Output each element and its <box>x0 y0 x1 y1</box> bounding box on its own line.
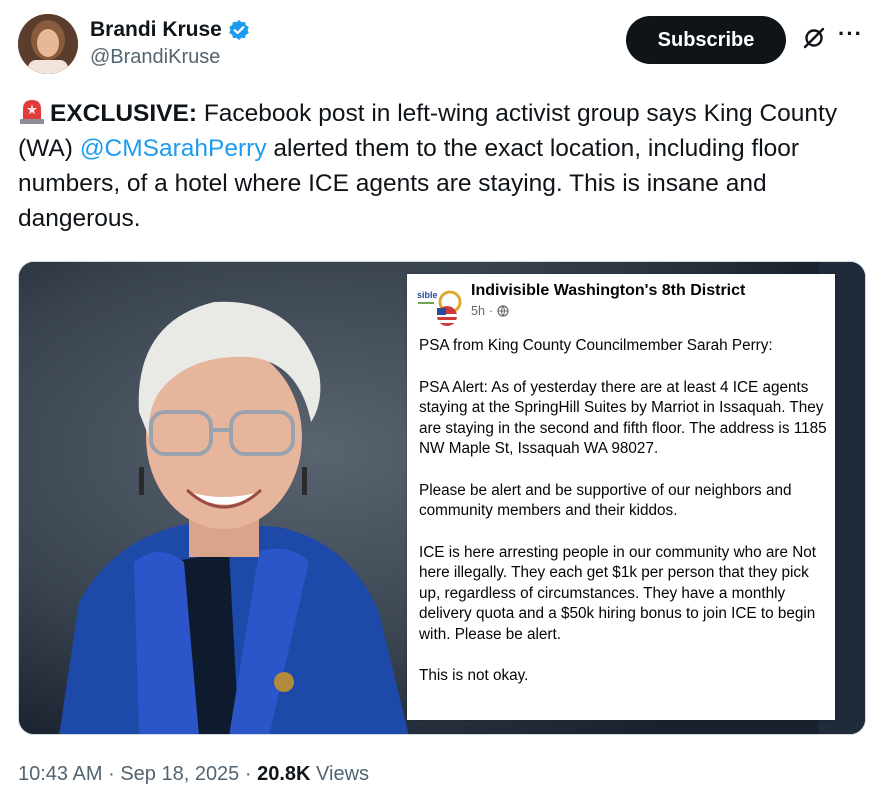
facebook-post-paragraph: This is not okay. <box>419 667 529 684</box>
author-display-name[interactable]: Brandi Kruse <box>90 18 222 42</box>
avatar[interactable] <box>18 14 78 74</box>
verified-badge-icon[interactable] <box>228 19 250 41</box>
rotating-light-emoji-icon <box>20 100 44 124</box>
logo-text: sible <box>417 290 438 300</box>
mention-link[interactable]: @CMSarahPerry <box>80 135 267 162</box>
author-info: Brandi Kruse @BrandiKruse <box>90 18 250 69</box>
views-count[interactable]: 20.8K <box>257 763 310 785</box>
subscribe-button[interactable]: Subscribe <box>626 16 786 64</box>
facebook-post-paragraph: PSA Alert: As of yesterday there are at … <box>419 378 827 458</box>
facebook-post-meta: 5h · <box>471 304 509 318</box>
tweet-time[interactable]: 10:43 AM <box>18 763 103 785</box>
tweet-header: Brandi Kruse @BrandiKruse Subscribe ··· <box>18 14 868 78</box>
more-icon[interactable]: ··· <box>838 22 866 50</box>
facebook-post-screenshot: sible Indivisible Washington's 8th Distr… <box>407 274 835 720</box>
facebook-post-time: 5h <box>471 304 485 318</box>
tweet-footer: 10:43 AM · Sep 18, 2025 · 20.8K Views <box>18 763 369 786</box>
tweet-text: EXCLUSIVE: Facebook post in left-wing ac… <box>18 96 868 236</box>
facebook-group-name: Indivisible Washington's 8th District <box>471 282 746 299</box>
facebook-post-paragraph: Please be alert and be supportive of our… <box>419 481 792 520</box>
footer-separator: · <box>108 763 115 785</box>
meta-separator: · <box>488 304 494 318</box>
globe-icon <box>497 305 509 317</box>
group-logo-icon: sible <box>417 284 465 330</box>
facebook-post-paragraph: ICE is here arresting people in our comm… <box>419 543 817 643</box>
tweet-media[interactable]: sible Indivisible Washington's 8th Distr… <box>18 261 866 735</box>
tweet-date[interactable]: Sep 18, 2025 <box>120 763 239 785</box>
views-label: Views <box>316 763 370 785</box>
facebook-post-body: PSA from King County Councilmember Sarah… <box>419 336 831 708</box>
exclusive-label: EXCLUSIVE: <box>50 100 198 127</box>
profile-photo <box>18 14 78 74</box>
grok-icon[interactable] <box>802 26 826 50</box>
footer-separator: · <box>244 763 252 785</box>
author-handle[interactable]: @BrandiKruse <box>90 46 250 69</box>
facebook-post-paragraph: PSA from King County Councilmember Sarah… <box>419 337 773 354</box>
